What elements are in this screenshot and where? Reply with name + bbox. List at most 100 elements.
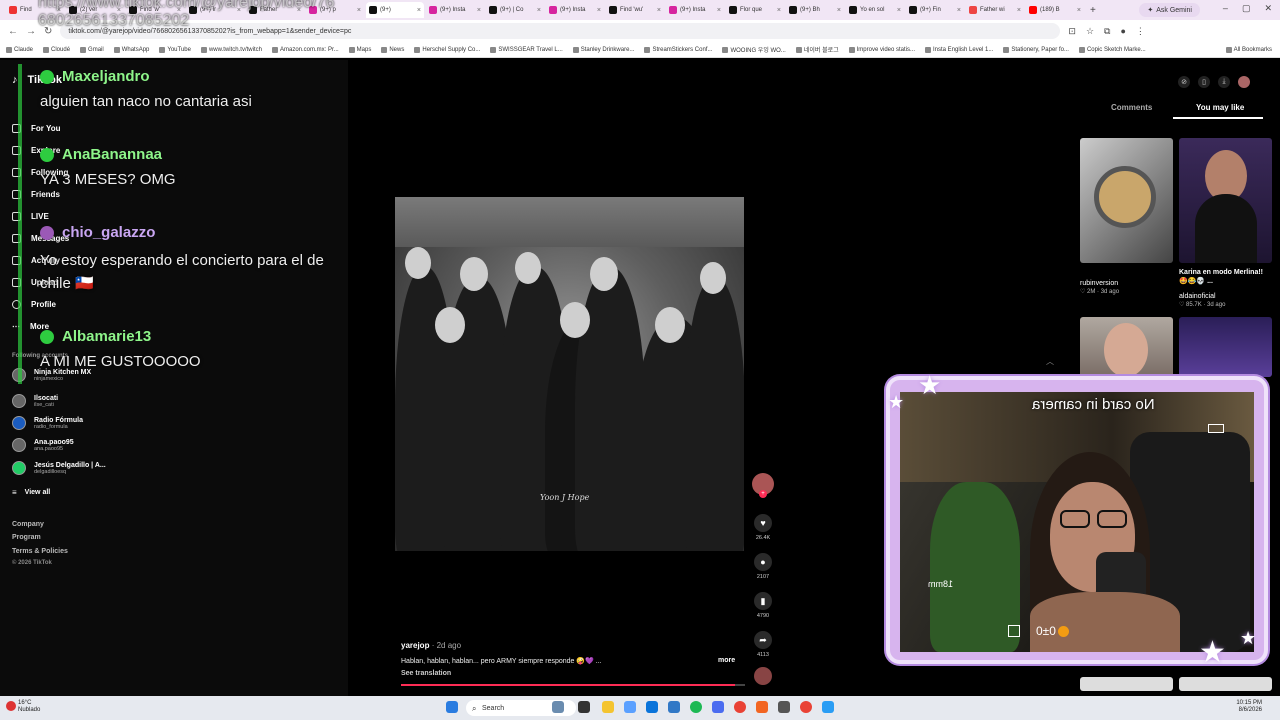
bookmark[interactable]: Improve video statis...: [848, 46, 915, 53]
user-avatar-icon[interactable]: [1238, 76, 1250, 88]
following-account[interactable]: Ilsocati ilse_cati: [12, 394, 58, 408]
compass-icon[interactable]: ⊘: [1178, 76, 1190, 88]
app-icon[interactable]: [778, 701, 790, 713]
close-window-icon[interactable]: ✕: [1264, 3, 1272, 14]
recommended-video-thumbnail[interactable]: [1080, 138, 1173, 263]
profile-avatar-icon[interactable]: ●: [1120, 26, 1125, 37]
app-icon[interactable]: [624, 701, 636, 713]
see-translation-link[interactable]: See translation: [401, 670, 451, 677]
browser-tab[interactable]: (9+) Bh ×: [786, 2, 844, 18]
taskbar-clock[interactable]: 10:15 PM 8/6/2026: [1236, 700, 1262, 714]
widgets-icon[interactable]: [552, 701, 564, 713]
bookmark[interactable]: Stationery, Paper fo...: [1003, 46, 1069, 53]
bookmark[interactable]: www.twitch.tv/twitch: [200, 46, 262, 53]
bookmark[interactable]: Amazon.com.mx: Pr...: [271, 46, 339, 53]
windows-start-icon[interactable]: [446, 701, 458, 713]
browser-tab[interactable]: (9+) Fin ×: [906, 2, 964, 18]
tab-comments[interactable]: Comments: [1111, 103, 1152, 112]
bookmark[interactable]: YouTube: [159, 46, 191, 53]
download-icon[interactable]: ⤓: [1218, 76, 1230, 88]
recommended-video-thumbnail[interactable]: [1080, 677, 1173, 691]
like-button[interactable]: ♥ 26.4K: [752, 514, 774, 541]
app-icon[interactable]: [822, 701, 834, 713]
close-icon[interactable]: ×: [417, 7, 421, 14]
close-icon[interactable]: ×: [777, 7, 781, 14]
footer-company[interactable]: Company: [12, 521, 44, 528]
browser-tab[interactable]: (9+) Insta ×: [426, 2, 484, 18]
maximize-icon[interactable]: ▢: [1242, 3, 1251, 14]
bookmark[interactable]: Claude: [6, 46, 33, 53]
bookmark[interactable]: StreamStickers Conf...: [644, 46, 712, 53]
new-tab-button[interactable]: +: [1086, 5, 1096, 16]
install-icon[interactable]: ⊡: [1068, 26, 1076, 37]
minimize-icon[interactable]: –: [1223, 3, 1228, 14]
star-icon[interactable]: ☆: [1086, 26, 1094, 37]
following-account[interactable]: Ana.paoo95 ana.paoo95: [12, 438, 74, 452]
bookmark[interactable]: Copic Sketch Marke...: [1078, 46, 1146, 53]
comment-button[interactable]: ● 2107: [752, 553, 774, 580]
task-view-icon[interactable]: [578, 701, 590, 713]
author-avatar-button[interactable]: +: [752, 473, 774, 498]
all-bookmarks[interactable]: All Bookmarks: [1225, 46, 1280, 53]
bookmark[interactable]: Cloudé: [43, 46, 70, 53]
more-button[interactable]: more: [718, 657, 735, 664]
browser-tab[interactable]: Yo en sol ×: [846, 2, 904, 18]
following-account[interactable]: Radio Fórmula radio_formula: [12, 416, 83, 430]
following-account[interactable]: Ninja Kitchen MX ninjamexico: [12, 368, 91, 382]
close-icon[interactable]: ×: [597, 7, 601, 14]
recommended-video-thumbnail[interactable]: [1179, 677, 1272, 691]
edge-icon[interactable]: [646, 701, 658, 713]
bookmark[interactable]: SWISSGEAR Travel L...: [490, 46, 563, 53]
app-icon[interactable]: [756, 701, 768, 713]
browser-tab[interactable]: (9+) Insta ×: [546, 2, 604, 18]
following-account[interactable]: Jesús Delgadillo | A... delgadilloesq: [12, 461, 106, 475]
recommended-user[interactable]: rubinversion: [1080, 279, 1118, 288]
tab-you-may-like[interactable]: You may like: [1196, 103, 1244, 112]
close-icon[interactable]: ×: [357, 7, 361, 14]
recommended-video-thumbnail[interactable]: [1080, 317, 1173, 377]
close-icon[interactable]: ×: [537, 7, 541, 14]
close-icon[interactable]: ×: [657, 7, 661, 14]
extensions-icon[interactable]: ⧉: [1104, 26, 1110, 37]
bookmark[interactable]: News: [381, 46, 404, 53]
music-disc-button[interactable]: [752, 667, 774, 685]
file-explorer-icon[interactable]: [602, 701, 614, 713]
scroll-up-icon[interactable]: ︿: [1046, 356, 1054, 367]
bookmark[interactable]: 네이버 블로그: [795, 45, 839, 54]
bookmark[interactable]: Insta English Level 1...: [925, 46, 993, 53]
footer-terms[interactable]: Terms & Policies: [12, 548, 68, 555]
view-all-link[interactable]: ≡ View all: [12, 488, 50, 497]
bookmark[interactable]: WOOING 우잉 WO...: [722, 45, 786, 54]
browser-tab[interactable]: (189) B ×: [1026, 2, 1084, 18]
app-icon[interactable]: [712, 701, 724, 713]
app-icon[interactable]: [668, 701, 680, 713]
recommended-video-thumbnail[interactable]: [1179, 317, 1272, 377]
chrome-icon[interactable]: [800, 701, 812, 713]
close-icon[interactable]: ×: [717, 7, 721, 14]
save-button[interactable]: ▮ 4790: [752, 592, 774, 619]
recommended-title[interactable]: Karina en modo Merlina!! 🤩😂💀 ...: [1179, 268, 1267, 286]
browser-tab-active[interactable]: (9+) ×: [366, 2, 424, 18]
close-icon[interactable]: ×: [1017, 7, 1021, 14]
spotify-icon[interactable]: [690, 701, 702, 713]
close-icon[interactable]: ×: [837, 7, 841, 14]
close-icon[interactable]: ×: [897, 7, 901, 14]
follow-plus-icon[interactable]: +: [759, 490, 767, 498]
footer-program[interactable]: Program: [12, 534, 41, 541]
weather-widget[interactable]: 16°C Nublado: [18, 700, 40, 714]
bookmark[interactable]: WhatsApp: [113, 46, 149, 53]
menu-icon[interactable]: ⋮: [1136, 26, 1145, 37]
video-author[interactable]: yarejop · 2d ago: [401, 641, 461, 650]
browser-tab[interactable]: (9+) Insta ×: [666, 2, 724, 18]
recommended-user[interactable]: aldainoficial: [1179, 292, 1216, 301]
ask-gemini-button[interactable]: ✦ Ask Gemini: [1139, 3, 1200, 17]
bookmark[interactable]: Herschel Supply Co...: [414, 46, 480, 53]
share-button[interactable]: ➦ 4113: [752, 631, 774, 658]
close-icon[interactable]: ×: [1077, 7, 1081, 14]
browser-tab[interactable]: Flor que ×: [726, 2, 784, 18]
browser-tab[interactable]: Father wi ×: [966, 2, 1024, 18]
recommended-video-thumbnail[interactable]: [1179, 138, 1272, 263]
bookmark[interactable]: Maps: [348, 46, 371, 53]
close-icon[interactable]: ×: [957, 7, 961, 14]
bookmark[interactable]: Gmail: [80, 46, 104, 53]
